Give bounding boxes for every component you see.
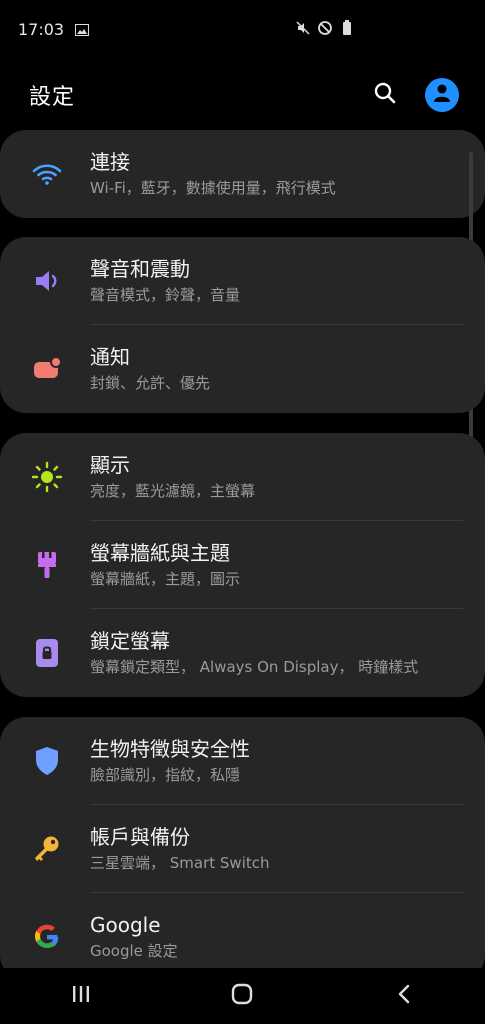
settings-item-text: 連接 Wi-Fi，藍牙，數據使用量，飛行模式 [90, 149, 465, 199]
settings-list[interactable]: 連接 Wi-Fi，藍牙，數據使用量，飛行模式 聲音和震動 聲音模式，鈴聲，音量 [0, 130, 485, 968]
settings-item-subtitle: 螢幕鎖定類型， Always On Display， 時鐘樣式 [90, 658, 419, 676]
settings-item-title: 螢幕牆紙與主題 [90, 541, 230, 565]
mute-icon [295, 20, 311, 36]
paint-brush-icon [30, 548, 64, 582]
settings-item-subtitle: 亮度，藍光濾鏡，主螢幕 [90, 482, 256, 500]
settings-item-title: 通知 [90, 345, 130, 369]
settings-item-subtitle: Wi-Fi，藍牙，數據使用量，飛行模式 [90, 179, 336, 197]
settings-item-title: 聲音和震動 [90, 257, 190, 281]
app-bar: 設定 [0, 60, 485, 130]
settings-item-wallpaper-themes[interactable]: 螢幕牆紙與主題 螢幕牆紙，主題，圖示 [0, 521, 485, 609]
wifi-icon [30, 157, 64, 191]
settings-item-google[interactable]: Google Google 設定 [0, 893, 485, 968]
image-icon [74, 22, 90, 38]
do-not-disturb-icon [317, 20, 333, 36]
settings-item-biometrics-security[interactable]: 生物特徵與安全性 臉部識別，指紋，私隱 [0, 717, 485, 805]
back-icon [397, 984, 411, 1008]
brightness-icon [30, 460, 64, 494]
status-time: 17:03 [18, 20, 65, 39]
status-bar: 17:03 [0, 0, 485, 60]
page-title: 設定 [29, 85, 76, 110]
settings-item-notifications[interactable]: 通知 封鎖、允許、優先 [0, 325, 485, 413]
settings-group-display: 顯示 亮度，藍光濾鏡，主螢幕 螢幕牆紙與主題 螢幕牆紙，主題，圖示 鎖定螢幕 螢… [0, 433, 485, 697]
notification-icon [30, 352, 64, 386]
settings-item-title: 鎖定螢幕 [90, 629, 170, 653]
profile-button[interactable] [425, 78, 459, 112]
status-left: 17:03 [18, 20, 90, 39]
status-right [295, 20, 467, 36]
settings-item-connections[interactable]: 連接 Wi-Fi，藍牙，數據使用量，飛行模式 [0, 130, 485, 218]
settings-item-subtitle: 三星雲端， Smart Switch [90, 854, 270, 872]
settings-item-subtitle: 臉部識別，指紋，私隱 [90, 766, 241, 784]
settings-group-connections: 連接 Wi-Fi，藍牙，數據使用量，飛行模式 [0, 130, 485, 512]
settings-item-title: 生物特徵與安全性 [90, 737, 250, 761]
settings-item-lock-screen[interactable]: 鎖定螢幕 螢幕鎖定類型， Always On Display， 時鐘樣式 [0, 609, 485, 697]
settings-item-subtitle: 封鎖、允許、優先 [90, 374, 211, 392]
search-button[interactable] [365, 75, 405, 115]
battery-icon [339, 20, 355, 36]
settings-item-subtitle: 螢幕牆紙，主題，圖示 [90, 570, 241, 588]
settings-group-sound: 聲音和震動 聲音模式，鈴聲，音量 通知 封鎖、允許、優先 [0, 237, 485, 413]
settings-item-accounts-backup[interactable]: 帳戶與備份 三星雲端， Smart Switch [0, 805, 485, 893]
settings-item-text: Google Google 設定 [90, 912, 465, 962]
navigation-bar [0, 968, 485, 1024]
settings-item-text: 生物特徵與安全性 臉部識別，指紋，私隱 [90, 736, 465, 786]
search-icon [374, 82, 396, 108]
settings-item-title: 連接 [90, 150, 130, 174]
settings-item-title: Google [90, 913, 161, 937]
settings-item-title: 帳戶與備份 [90, 825, 190, 849]
settings-item-text: 聲音和震動 聲音模式，鈴聲，音量 [90, 256, 465, 306]
volume-icon [30, 264, 64, 298]
settings-item-text: 顯示 亮度，藍光濾鏡，主螢幕 [90, 452, 465, 502]
profile-icon [432, 83, 452, 107]
home-icon [231, 983, 253, 1009]
key-icon [30, 832, 64, 866]
google-icon [30, 920, 64, 954]
settings-group-security: 生物特徵與安全性 臉部識別，指紋，私隱 帳戶與備份 三星雲端， Smart Sw… [0, 717, 485, 968]
settings-item-subtitle: 聲音模式，鈴聲，音量 [90, 286, 241, 304]
settings-item-sound[interactable]: 聲音和震動 聲音模式，鈴聲，音量 [0, 237, 485, 325]
settings-item-text: 通知 封鎖、允許、優先 [90, 344, 465, 394]
recents-icon [71, 985, 91, 1007]
lock-screen-icon [30, 636, 64, 670]
settings-item-text: 螢幕牆紙與主題 螢幕牆紙，主題，圖示 [90, 540, 465, 590]
settings-item-title: 顯示 [90, 453, 130, 477]
back-button[interactable] [374, 976, 434, 1016]
settings-item-display[interactable]: 顯示 亮度，藍光濾鏡，主螢幕 [0, 433, 485, 521]
shield-icon [30, 744, 64, 778]
settings-item-text: 帳戶與備份 三星雲端， Smart Switch [90, 824, 465, 874]
recents-button[interactable] [51, 976, 111, 1016]
home-button[interactable] [212, 976, 272, 1016]
settings-item-text: 鎖定螢幕 螢幕鎖定類型， Always On Display， 時鐘樣式 [90, 628, 465, 678]
settings-item-subtitle: Google 設定 [90, 942, 178, 960]
app-bar-actions [365, 75, 459, 115]
